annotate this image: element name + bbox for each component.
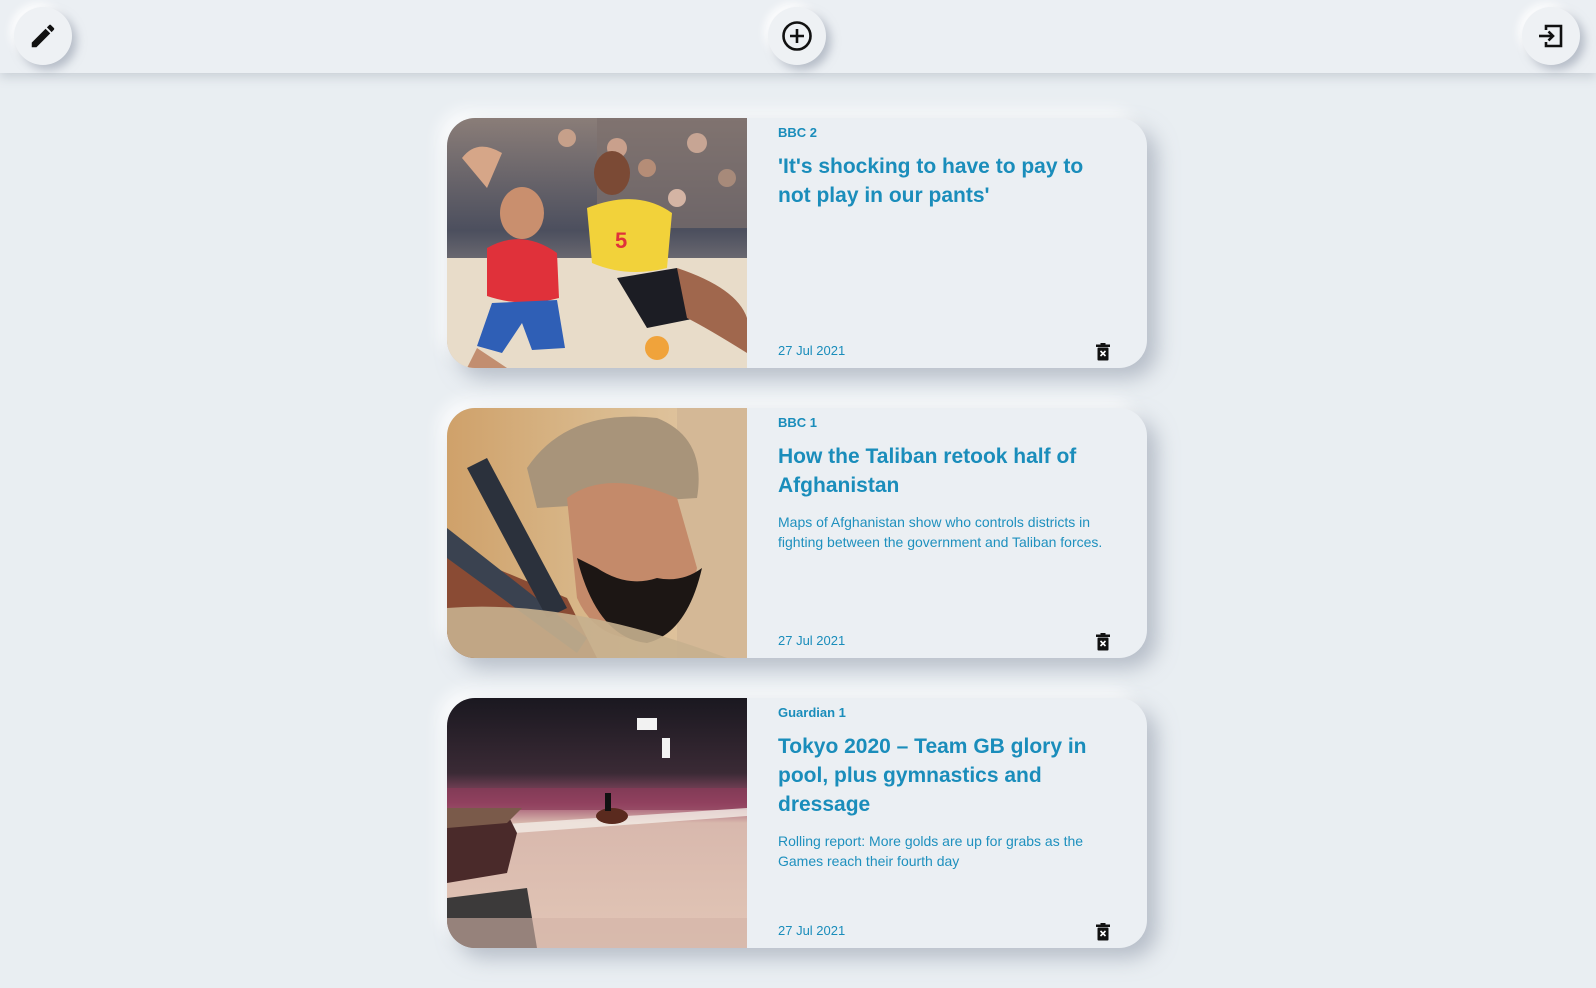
edit-button[interactable] [14,7,72,65]
article-title[interactable]: 'It's shocking to have to pay to not pla… [778,152,1111,210]
exit-icon [1539,24,1563,48]
article-source: Guardian 1 [778,705,846,720]
dressage-arena-photo [447,698,747,948]
article-content: BBC 2 'It's shocking to have to pay to n… [747,118,1147,368]
beach-handball-photo: 5 [447,118,747,368]
delete-icon[interactable] [1095,343,1111,361]
article-date: 27 Jul 2021 [778,343,846,358]
article-card[interactable]: 5 BBC 2 'It's shocking to have to pay to… [447,118,1147,368]
article-description: Maps of Afghanistan show who controls di… [778,514,1103,550]
article-source: BBC 1 [778,415,818,430]
article-source: BBC 2 [778,125,818,140]
article-card[interactable]: BBC 1 How the Taliban retook half of Afg… [447,408,1147,658]
svg-text:5: 5 [615,228,627,253]
article-description: Rolling report: More golds are up for gr… [778,833,1084,869]
delete-icon[interactable] [1095,633,1111,651]
top-toolbar [0,0,1596,73]
article-title[interactable]: Tokyo 2020 – Team GB glory in pool, plus… [778,732,1111,819]
article-card[interactable]: Guardian 1 Tokyo 2020 – Team GB glory in… [447,698,1147,948]
article-image[interactable] [447,698,747,948]
article-image[interactable]: 5 [447,118,747,368]
article-title[interactable]: How the Taliban retook half of Afghanist… [778,442,1111,500]
add-article-button[interactable] [768,7,826,65]
article-content: Guardian 1 Tokyo 2020 – Team GB glory in… [747,698,1147,948]
taliban-fighter-photo [447,408,747,658]
article-image[interactable] [447,408,747,658]
plus-circle-icon [782,21,812,51]
article-date: 27 Jul 2021 [778,923,846,938]
article-date: 27 Jul 2021 [778,633,846,648]
logout-button[interactable] [1522,7,1580,65]
article-content: BBC 1 How the Taliban retook half of Afg… [747,408,1147,658]
delete-icon[interactable] [1095,923,1111,941]
pencil-icon [31,24,55,48]
article-feed: 5 BBC 2 'It's shocking to have to pay to… [447,118,1147,988]
